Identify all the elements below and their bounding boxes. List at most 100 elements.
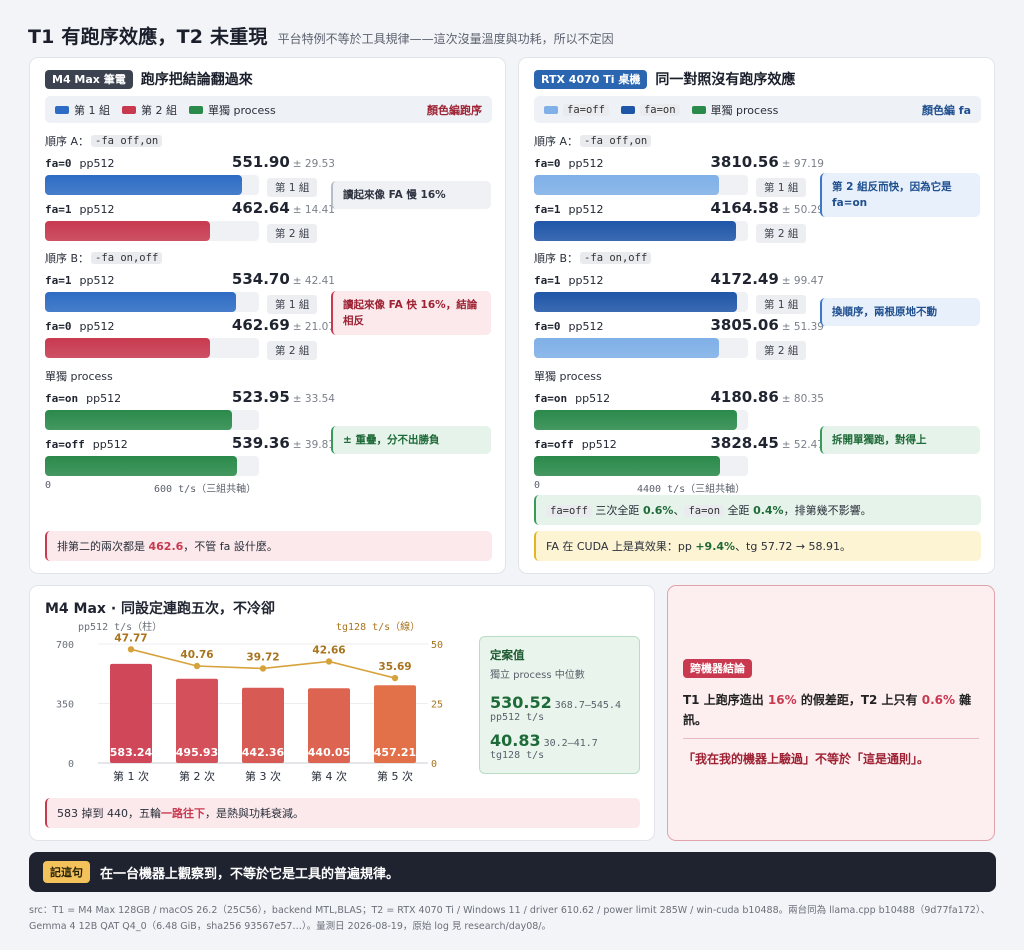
bar-track	[45, 338, 259, 358]
t3-panel: M4 Max · 同設定連跑五次，不冷卻 pp512 t/s（柱） tg128 t…	[29, 585, 655, 841]
order-b-label: 順序 B： -fa on,off	[45, 250, 163, 266]
x-tick-label: 第 4 次	[311, 769, 347, 783]
legend-label: 單獨 process	[710, 103, 779, 117]
single-callout: 拆開單獨跑，對得上	[820, 426, 980, 454]
row-label: fa=1 pp512	[45, 203, 115, 216]
bar-fill	[534, 456, 721, 476]
takeaway-key: 記這句	[43, 861, 90, 883]
t2-footer-yellow: FA 在 CUDA 上是真效果：pp +9.4%、tg 57.72 → 58.9…	[534, 531, 981, 561]
final-value-box: 定案值 獨立 process 中位數 530.52 368.7–545.4 pp5…	[479, 636, 640, 774]
group-chip: 第 2 組	[267, 224, 318, 243]
bar-value-label: 457.21	[374, 746, 416, 759]
legend-item-single: 單獨 process	[189, 102, 276, 118]
row-label: fa=on pp512	[45, 392, 122, 405]
bar-track	[45, 456, 259, 476]
row-value: 3805.06 ± 51.39	[710, 316, 824, 334]
bar-value-label: 442.36	[242, 746, 285, 759]
group-chip: 第 1 組	[267, 178, 318, 197]
row-value: 4172.49 ± 99.47	[710, 270, 824, 288]
legend-note: 顏色編 fa	[921, 103, 971, 117]
bar-fill	[45, 175, 242, 195]
bar-fill	[534, 175, 720, 195]
row-label: fa=off pp512	[45, 438, 128, 451]
order-a-callout: 讀起來像 FA 慢 16%	[331, 181, 491, 209]
swatch-icon	[189, 105, 203, 114]
tg-value-label: 40.76	[180, 649, 213, 661]
swatch-icon	[620, 105, 635, 114]
legend-label: fa=on	[639, 103, 680, 116]
tg-value-label: 39.72	[246, 651, 279, 663]
row-label: fa=0 pp512	[45, 157, 115, 170]
pp-median: 530.52 368.7–545.4	[490, 693, 621, 712]
y-tick-label: 0	[68, 759, 74, 770]
order-label: 順序 B：	[45, 252, 90, 265]
bar-fill	[45, 292, 236, 312]
row-value: 462.64 ± 14.41	[231, 199, 335, 217]
order-a-label: 順序 A： -fa off,on	[45, 133, 163, 149]
row-label: fa=on pp512	[534, 392, 611, 405]
t1-panel: M4 Max 筆電 跑序把結論翻過來 第 1 組 第 2 組 單獨 proces…	[29, 57, 506, 574]
axis-max: 4400 t/s（三組共軸）	[637, 484, 746, 495]
y-tick-label: 350	[56, 700, 74, 711]
group-chip: 第 1 組	[756, 295, 807, 314]
row-label: fa=0 pp512	[534, 157, 604, 170]
t3-footer: 583 掉到 440，五輪一路往下，是熱與功耗衰減。	[45, 798, 640, 828]
legend-label: 單獨 process	[208, 103, 276, 117]
row-label: fa=0 pp512	[45, 320, 115, 333]
group-chip: 第 2 組	[267, 341, 318, 360]
divider	[683, 738, 979, 739]
y2-tick-label: 50	[431, 640, 443, 651]
tg-point	[391, 674, 399, 682]
t3-title: M4 Max · 同設定連跑五次，不冷卻	[45, 601, 276, 617]
bar-fill	[45, 338, 210, 358]
pp-unit: pp512 t/s	[490, 712, 545, 723]
bar-row: fa=0 pp512 551.90 ± 29.53 第 1 組	[45, 153, 335, 199]
tg-unit: tg128 t/s	[490, 750, 545, 761]
t1-legend: 第 1 組 第 2 組 單獨 process 顏色編跑序	[45, 96, 492, 123]
bar-value-label: 495.93	[176, 746, 218, 759]
single-label: 單獨 process	[45, 370, 113, 383]
bar-value-label: 583.24	[110, 746, 153, 759]
order-code: -fa off,on	[91, 135, 163, 147]
order-b-label: 順序 B： -fa on,off	[534, 250, 652, 266]
five-run-chart: pp512 t/s（柱） tg128 t/s（線） 0 350 700 0 25 50 583.…	[56, 620, 443, 783]
row-label: fa=off pp512	[534, 438, 617, 451]
x-tick-label: 第 5 次	[377, 769, 413, 783]
tg-point	[127, 646, 135, 653]
bar-track	[534, 410, 748, 430]
x-tick-label: 第 2 次	[179, 769, 215, 783]
order-label: 順序 A：	[45, 135, 90, 148]
t2-machine-tag: RTX 4070 Ti 桌機	[534, 69, 648, 89]
y2-tick-label: 0	[431, 759, 437, 770]
bar-track	[45, 410, 259, 430]
t2-title-row: RTX 4070 Ti 桌機 同一對照沒有跑序效應	[534, 69, 795, 89]
bar-fill	[45, 456, 238, 476]
bar-value-label: 440.05	[308, 746, 350, 759]
bar-fill	[534, 292, 737, 312]
row-label: fa=1 pp512	[45, 274, 115, 287]
row-value: 4180.86 ± 80.35	[710, 388, 824, 406]
source-note: src：T1 = M4 Max 128GB / macOS 26.2（25C56…	[29, 905, 991, 932]
group-chip: 第 1 組	[756, 178, 807, 197]
final-value-title: 定案值	[490, 648, 525, 662]
legend-item-group2: 第 2 組	[122, 102, 177, 118]
t2-legend: fa=off fa=on 單獨 process 顏色編 fa	[534, 96, 981, 123]
order-label: 順序 B：	[534, 252, 579, 265]
bar-row: fa=off pp512 539.36 ± 39.81	[45, 434, 335, 480]
legend-item-fa-on: fa=on	[620, 103, 680, 116]
order-code: -fa on,off	[580, 252, 652, 264]
bar-track	[45, 292, 259, 312]
order-a-callout: 第 2 組反而快，因為它是 fa=on	[820, 173, 980, 217]
legend-label: 第 1 組	[74, 103, 110, 117]
cross-machine-line2: 「我在我的機器上驗過」不等於「這是通則」。	[683, 752, 930, 766]
axis-min: 0	[45, 480, 52, 491]
bar-fill	[45, 410, 232, 430]
bar-track	[45, 175, 259, 195]
swatch-icon	[544, 105, 558, 114]
tg-value-label: 42.66	[312, 644, 345, 656]
bar-fill	[45, 221, 210, 241]
x-tick-label: 第 3 次	[245, 769, 281, 783]
y2-axis-title: tg128 t/s（線）	[336, 620, 420, 633]
page-header: T1 有跑序效應，T2 未重現 平台特例不等於工具規律——這次沒量溫度與功耗，所…	[28, 22, 614, 49]
order-code: -fa on,off	[91, 252, 163, 264]
